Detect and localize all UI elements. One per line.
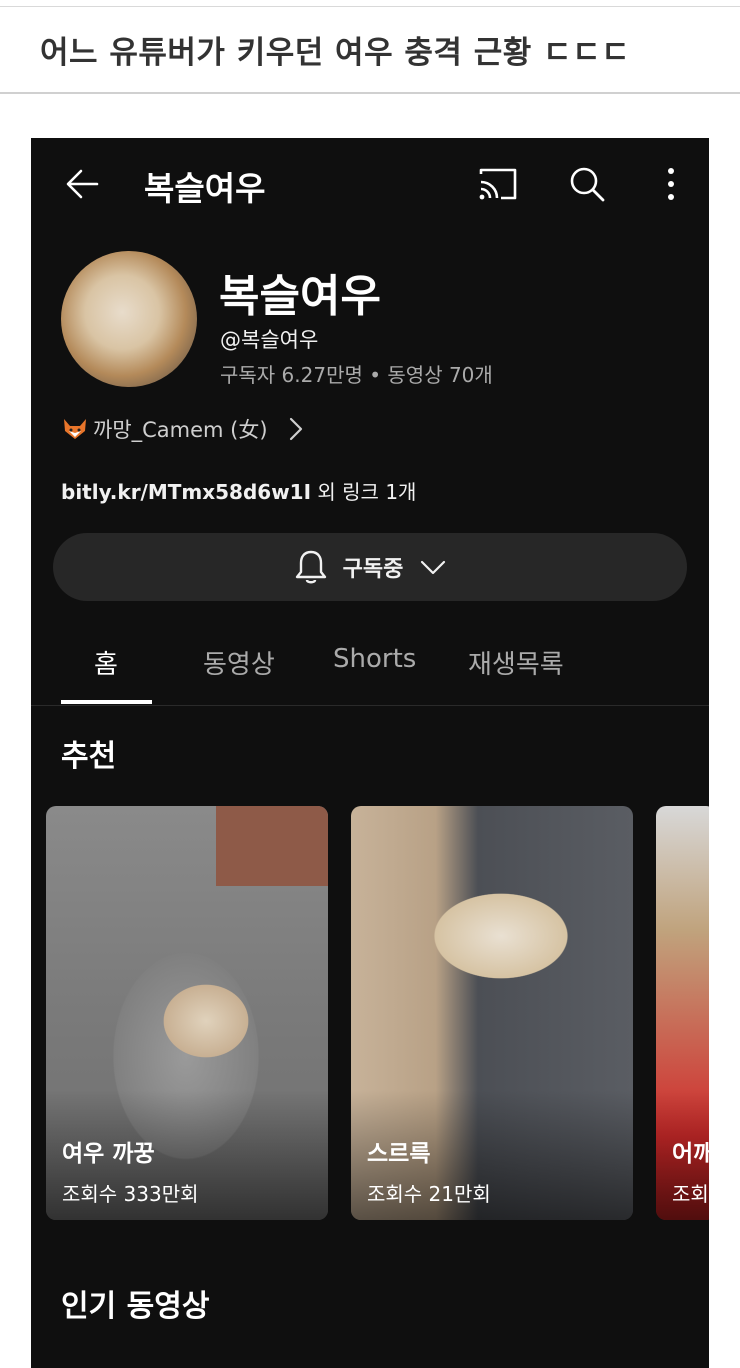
cast-icon[interactable]: [477, 166, 519, 202]
more-vert-icon[interactable]: [651, 164, 691, 204]
post-title: 어느 유튜버가 키우던 여우 충격 근황 ㄷㄷㄷ: [40, 35, 631, 71]
tab-playlists[interactable]: 재생목록: [468, 644, 564, 681]
channel-links[interactable]: bitly.kr/MTmx58d6w1I 외 링크 1개: [61, 476, 416, 505]
channel-link-url[interactable]: bitly.kr/MTmx58d6w1I: [61, 480, 311, 504]
description-text: 까망_Camem (女): [93, 418, 268, 442]
fox-emoji-icon: [64, 419, 86, 439]
subscribed-button[interactable]: 구독중: [53, 533, 687, 601]
card-title: 여우 까꿍: [62, 1141, 155, 1167]
bell-icon: [295, 550, 326, 584]
channel-description[interactable]: 까망_Camem (女): [61, 414, 306, 444]
card-views: 조회: [672, 1182, 709, 1206]
channel-tabs: 홈 동영상 Shorts 재생목록: [31, 616, 709, 706]
channel-link-suffix: 외 링크 1개: [311, 480, 417, 504]
back-arrow-icon[interactable]: [63, 164, 103, 204]
subscribe-label: 구독중: [342, 557, 404, 582]
post-title-bar: 어느 유튜버가 키우던 여우 충격 근황 ㄷㄷㄷ: [0, 6, 740, 94]
channel-stats: 구독자 6.27만명 • 동영상 70개: [220, 363, 493, 387]
short-card[interactable]: 여우 까꿍 조회수 333만회: [46, 806, 328, 1220]
app-bar: 복슬여우: [31, 138, 709, 228]
youtube-channel-screen: 복슬여우 복슬여우 @복슬여우 구독자 6.27만명 • 동영상 70개 까망_…: [31, 138, 709, 1368]
short-card[interactable]: 스르륵 조회수 21만회: [351, 806, 633, 1220]
card-views: 조회수 21만회: [367, 1182, 491, 1206]
chevron-down-icon: [421, 560, 446, 575]
card-views: 조회수 333만회: [62, 1182, 199, 1206]
appbar-title: 복슬여우: [144, 169, 266, 208]
tab-videos[interactable]: 동영상: [203, 644, 275, 681]
active-tab-indicator: [61, 700, 152, 704]
search-icon[interactable]: [567, 164, 607, 204]
channel-avatar[interactable]: [61, 251, 197, 387]
short-card[interactable]: 어깨 조회: [656, 806, 709, 1220]
channel-name: 복슬여우: [219, 271, 381, 322]
card-thumbnail-detail: [216, 806, 328, 886]
chevron-right-icon: [289, 417, 302, 441]
section-popular-title: 인기 동영상: [61, 1289, 210, 1324]
card-title: 스르륵: [367, 1141, 431, 1167]
tab-shorts[interactable]: Shorts: [333, 644, 416, 674]
section-recommended-title: 추천: [61, 739, 117, 774]
tab-home[interactable]: 홈: [94, 644, 118, 681]
card-title: 어깨: [672, 1141, 709, 1167]
channel-handle: @복슬여우: [220, 328, 319, 352]
